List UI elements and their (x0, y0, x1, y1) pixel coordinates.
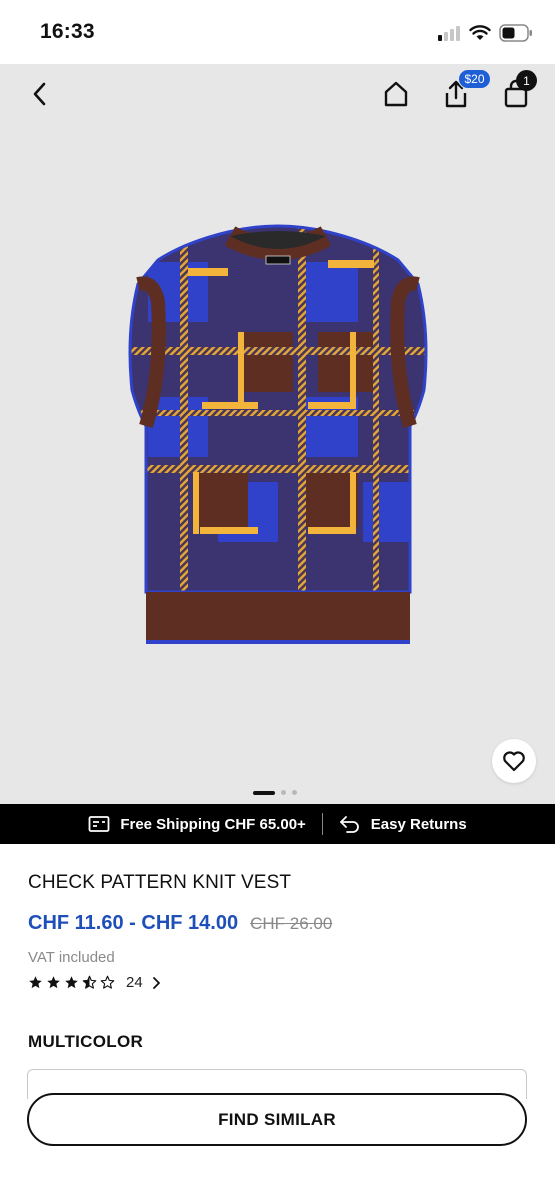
heart-icon (503, 751, 525, 772)
product-image-check-vest (128, 224, 428, 644)
return-arrow-icon (339, 816, 359, 833)
color-label: MULTICOLOR (28, 1032, 144, 1051)
promo-bar: Free Shipping CHF 65.00+ Easy Returns (0, 804, 555, 844)
star-half-icon (82, 975, 97, 989)
home-button[interactable] (378, 76, 414, 112)
back-button[interactable] (22, 76, 58, 112)
status-time: 16:33 (40, 20, 95, 43)
battery-icon (499, 24, 532, 42)
easy-returns-text: Easy Returns (370, 815, 467, 833)
star-filled-icon (47, 976, 60, 989)
free-shipping-text: Free Shipping CHF 65.00+ (120, 815, 306, 833)
star-empty-icon (100, 975, 115, 989)
chevron-left-icon (33, 82, 46, 106)
price-row: CHF 11.60 - CHF 14.00 CHF 26.00 (28, 912, 332, 935)
price-range: CHF 11.60 - CHF 14.00 (28, 912, 239, 934)
rating-summary[interactable]: 24 (28, 974, 161, 991)
original-price: CHF 26.00 (250, 914, 333, 933)
find-similar-button[interactable]: FIND SIMILAR (27, 1093, 527, 1146)
free-shipping-info[interactable]: Free Shipping CHF 65.00+ (72, 815, 321, 833)
easy-returns-info[interactable]: Easy Returns (323, 815, 483, 833)
gallery-dot[interactable] (292, 790, 297, 795)
share-reward-badge: $20 (458, 69, 491, 89)
gallery-pagination (253, 790, 297, 795)
product-title: CHECK PATTERN KNIT VEST (28, 872, 292, 893)
cart-count-badge: 1 (516, 70, 537, 91)
shipping-truck-icon (88, 816, 110, 832)
chevron-right-icon (152, 976, 160, 989)
vat-note: VAT included (28, 949, 115, 966)
wishlist-button[interactable] (492, 739, 536, 783)
star-filled-icon (29, 976, 42, 989)
star-filled-icon (65, 976, 78, 989)
review-count: 24 (126, 974, 143, 991)
gallery-dot-active[interactable] (253, 790, 275, 795)
status-icons (437, 22, 533, 44)
cellular-signal-icon (438, 26, 460, 41)
home-icon (384, 81, 408, 107)
gallery-dot[interactable] (281, 790, 286, 795)
status-bar: 16:33 (0, 0, 555, 64)
wifi-icon (469, 25, 491, 40)
